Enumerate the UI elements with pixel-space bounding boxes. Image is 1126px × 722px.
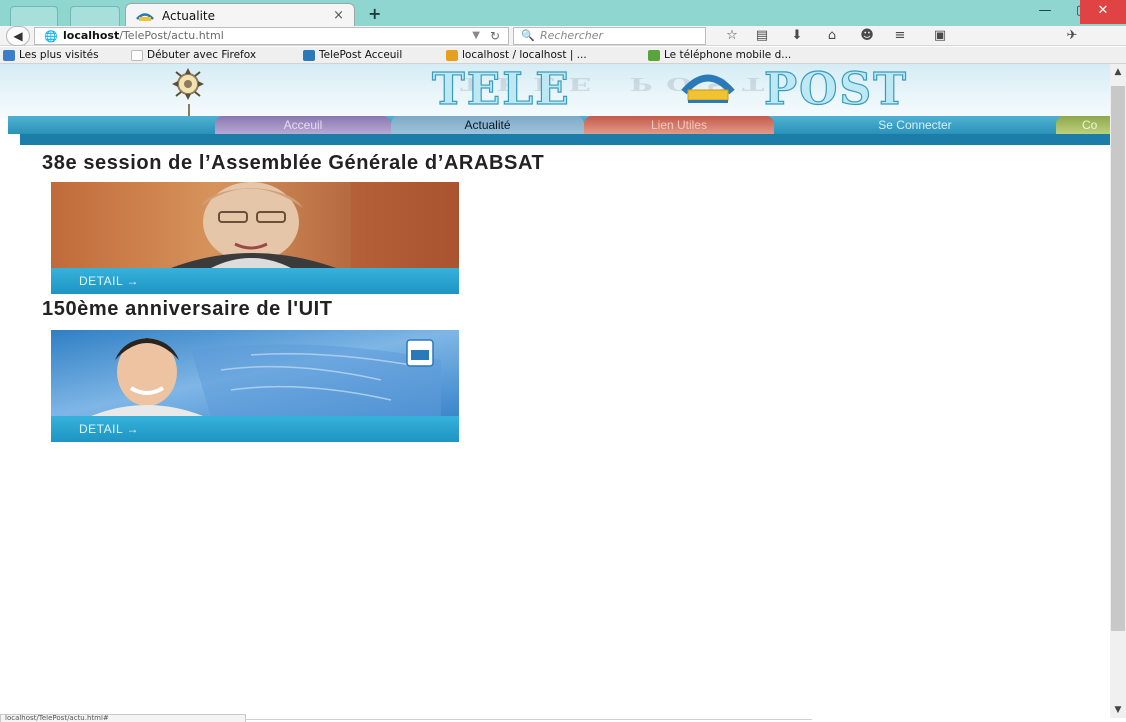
pocket-icon[interactable]: ✈ [1062, 27, 1082, 45]
vertical-scrollbar[interactable]: ▲ ▼ [1110, 64, 1126, 718]
chat-icon[interactable]: ☻ [857, 27, 877, 45]
bookmark-debuter-firefox[interactable]: Débuter avec Firefox [131, 47, 256, 63]
browser-window: { "browser": { "tab_title": "Actualite",… [0, 0, 1126, 722]
browser-navbar: ◀ 🌐 localhost/TelePost/actu.html ▼ ↻ 🔍 R… [0, 26, 1126, 46]
pinned-tab[interactable] [70, 6, 120, 26]
bookmark-most-visited[interactable]: Les plus visités [3, 47, 99, 63]
bookmark-telephone-mobile[interactable]: Le téléphone mobile d... [648, 47, 791, 63]
telepost-favicon-icon [136, 10, 154, 22]
home-icon[interactable]: ⌂ [822, 27, 842, 45]
tab-title: Actualite [162, 8, 216, 23]
url-path: /TelePost/actu.html [119, 29, 224, 42]
sidebar-icon[interactable]: ▣ [930, 27, 950, 45]
article-title: 150ème anniversaire de l'UIT [42, 298, 333, 320]
menu-se-connecter[interactable]: Se Connecter [774, 116, 1056, 134]
logo-text-tele: TELE [431, 64, 571, 116]
site-banner: TELE POST TELE POST [0, 64, 1110, 118]
url-bar[interactable]: 🌐 localhost/TelePost/actu.html ▼ ↻ [34, 27, 509, 45]
detail-button[interactable]: DETAIL → [51, 268, 459, 294]
phpmyadmin-icon [446, 49, 458, 61]
bookmark-label: Débuter avec Firefox [147, 49, 257, 61]
menu-liens-utiles[interactable]: Lien Utiles [584, 116, 774, 134]
telepost-logo-icon [681, 74, 735, 103]
emblem-logo [172, 68, 204, 100]
browser-titlebar: Actualite × + — ▢ ✕ [0, 0, 1126, 27]
bookmarks-menu-icon[interactable]: ▤ [752, 27, 772, 45]
bookmark-label: Le téléphone mobile d... [664, 49, 792, 61]
reload-icon[interactable]: ↻ [490, 28, 500, 44]
globe-icon: 🌐 [44, 30, 58, 43]
menu-accueil[interactable]: Acceuil [215, 116, 391, 134]
page-icon [131, 49, 143, 61]
search-icon: 🔍 [521, 29, 535, 42]
article-image-uit[interactable] [51, 330, 459, 416]
mobile-site-icon [648, 49, 660, 61]
minimize-button[interactable]: — [1025, 0, 1065, 24]
menu-contact[interactable]: Co [1056, 116, 1110, 134]
status-divider [246, 719, 812, 720]
scroll-down-icon[interactable]: ▼ [1110, 702, 1126, 718]
bookmark-localhost[interactable]: localhost / localhost | ... [446, 47, 587, 63]
bookmark-label: localhost / localhost | ... [462, 49, 587, 61]
emblem-stem [188, 104, 190, 116]
most-visited-icon [3, 49, 15, 61]
bookmark-star-icon[interactable]: ☆ [722, 27, 742, 45]
tab-group-icon[interactable] [10, 6, 58, 26]
hamburger-menu-icon[interactable]: ≡ [890, 27, 910, 45]
close-window-button[interactable]: ✕ [1080, 0, 1126, 24]
bookmarks-toolbar: Les plus visités Débuter avec Firefox Te… [0, 47, 1126, 64]
article-image-arabsat[interactable] [51, 182, 459, 268]
search-bar[interactable]: 🔍 Rechercher [513, 27, 706, 45]
url-dropdown-icon[interactable]: ▼ [472, 28, 480, 44]
logo-text-post: POST [763, 64, 908, 116]
page-viewport: TELE POST TELE POST Acceuil Actualité Li… [0, 64, 1110, 718]
url-host: localhost [63, 29, 120, 42]
tab-actualite[interactable]: Actualite × [125, 3, 355, 27]
status-bar: localhost/TelePost/actu.html# [0, 714, 246, 722]
back-arrow-icon: ◀ [13, 29, 23, 43]
new-tab-button[interactable]: + [368, 4, 381, 23]
menubar-underline [20, 134, 1110, 145]
menu-actualite[interactable]: Actualité [391, 116, 584, 134]
bookmark-telepost-acceuil[interactable]: TelePost Acceuil [303, 47, 402, 63]
telepost-icon [303, 49, 315, 61]
search-placeholder: Rechercher [540, 29, 604, 42]
site-menubar: Acceuil Actualité Lien Utiles Se Connect… [8, 116, 1110, 134]
downloads-icon[interactable]: ⬇ [787, 27, 807, 45]
bookmark-label: TelePost Acceuil [319, 49, 403, 61]
scroll-up-icon[interactable]: ▲ [1110, 64, 1126, 80]
article-title: 38e session de l’Assemblée Générale d’AR… [42, 152, 545, 174]
detail-button[interactable]: DETAIL → [51, 416, 459, 442]
back-button[interactable]: ◀ [6, 26, 30, 46]
tab-close-icon[interactable]: × [333, 8, 344, 23]
scrollbar-thumb[interactable] [1111, 86, 1125, 631]
bookmark-label: Les plus visités [19, 49, 99, 61]
